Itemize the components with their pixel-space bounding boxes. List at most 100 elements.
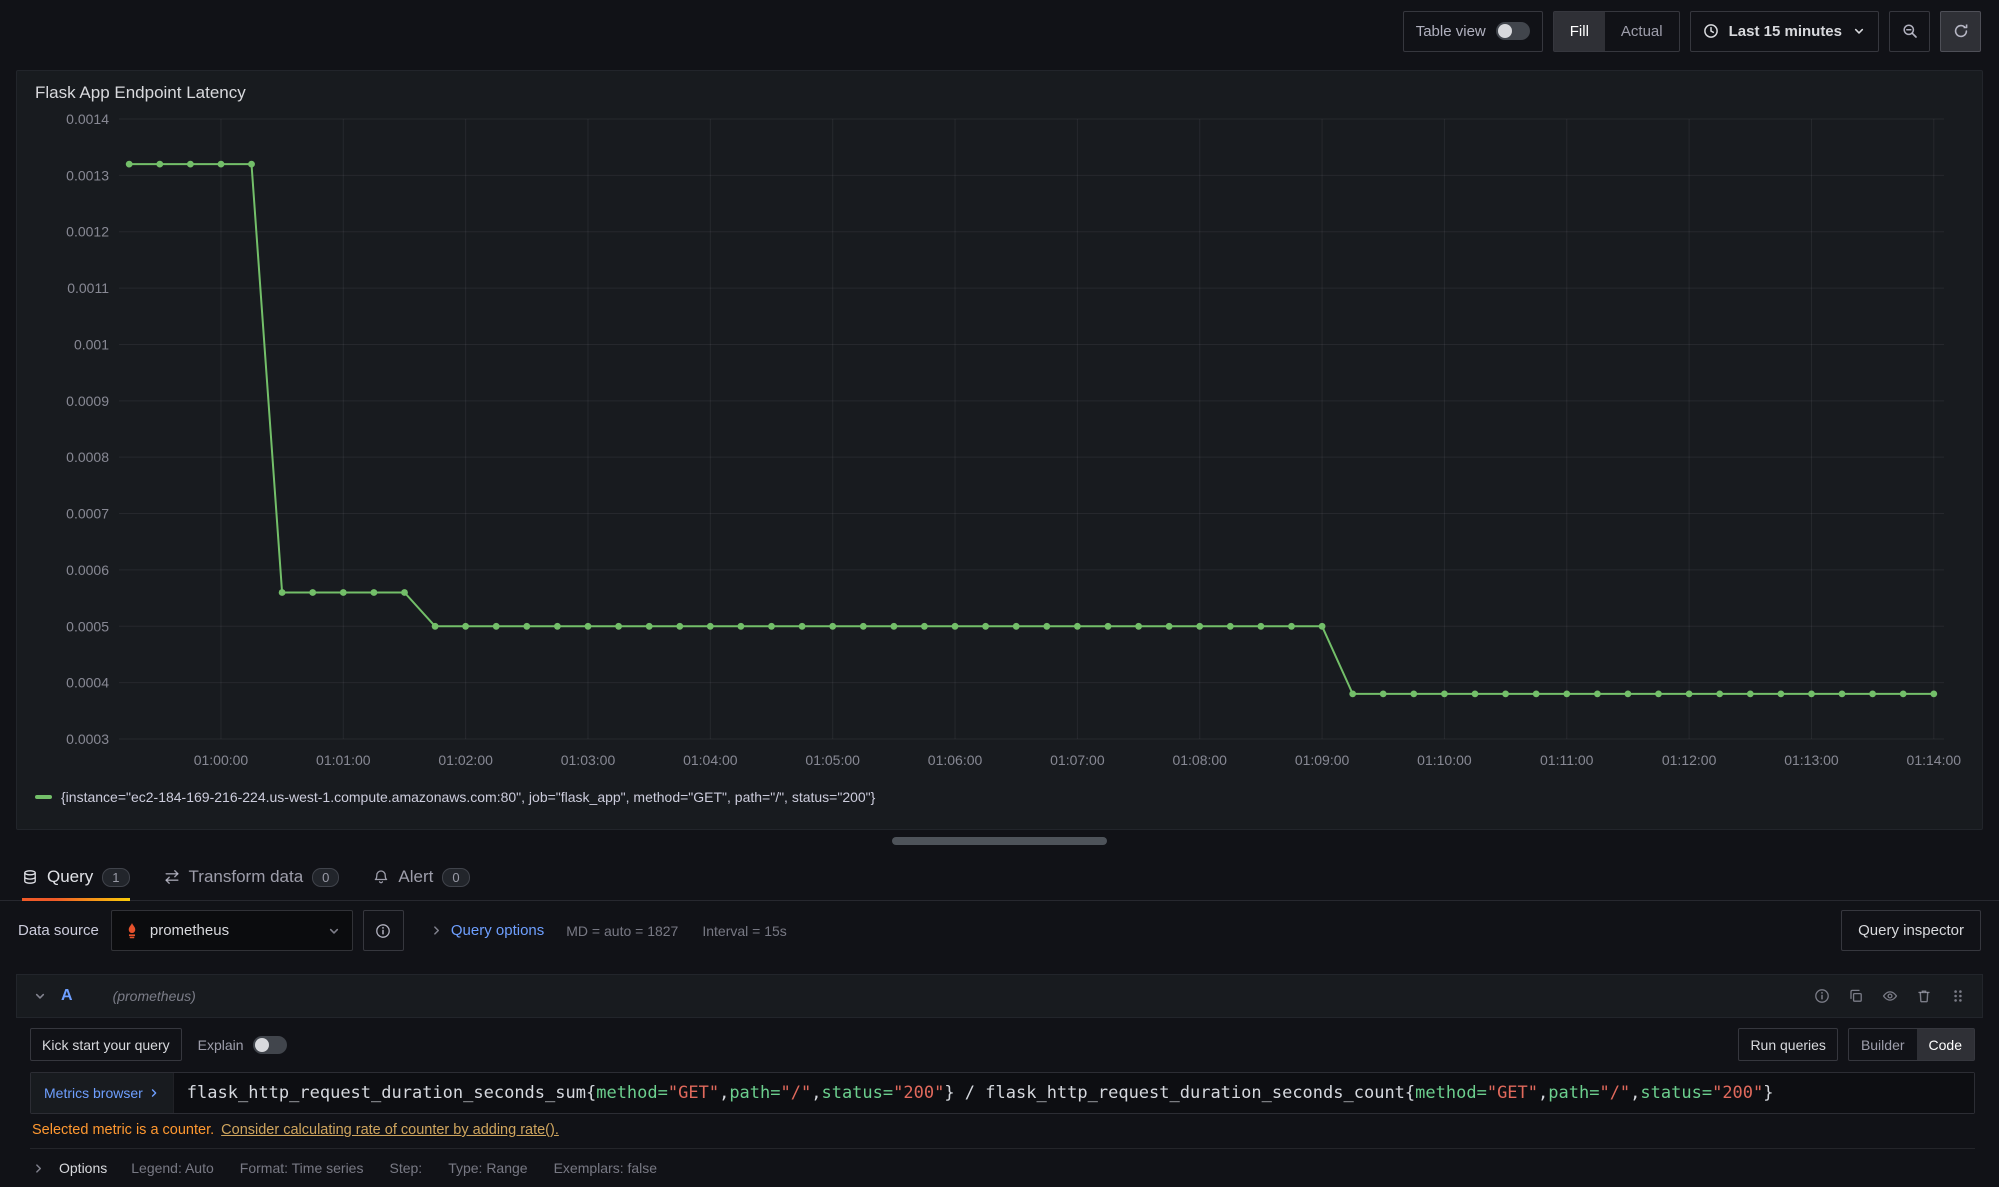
query-help-icon[interactable] — [1814, 988, 1830, 1004]
tab-transform-badge: 0 — [312, 868, 339, 887]
svg-text:01:06:00: 01:06:00 — [928, 752, 983, 768]
expr-token: { — [586, 1083, 596, 1103]
tab-query-badge: 1 — [102, 868, 129, 887]
run-queries-button[interactable]: Run queries — [1738, 1028, 1838, 1061]
series-line — [129, 164, 1934, 694]
panel-title[interactable]: Flask App Endpoint Latency — [17, 71, 1982, 109]
chart-grid — [119, 119, 1944, 739]
option-summary-item: Legend: Auto — [131, 1160, 214, 1176]
expr-token: method= — [1415, 1083, 1487, 1103]
query-options-toggle[interactable]: Query options — [430, 922, 544, 939]
time-range-picker[interactable]: Last 15 minutes — [1690, 11, 1879, 52]
query-card: A (prometheus) Kick start your query Exp… — [16, 974, 1983, 1176]
expr-token: , — [1538, 1083, 1548, 1103]
toggle-knob — [1498, 24, 1512, 38]
fill-button[interactable]: Fill — [1554, 12, 1605, 51]
metrics-browser-toggle[interactable]: Metrics browser — [31, 1073, 173, 1113]
svg-text:01:05:00: 01:05:00 — [805, 752, 860, 768]
metrics-browser-label: Metrics browser — [44, 1085, 143, 1101]
expr-token: "200" — [893, 1083, 944, 1103]
svg-text:01:13:00: 01:13:00 — [1784, 752, 1839, 768]
horizontal-scrollbar[interactable] — [892, 837, 1107, 845]
promql-expression-input[interactable]: flask_http_request_duration_seconds_sum{… — [173, 1073, 1974, 1113]
code-mode-button[interactable]: Code — [1917, 1029, 1974, 1060]
legend-label: {instance="ec2-184-169-216-224.us-west-1… — [61, 789, 875, 805]
datasource-row: Data source prometheus Query options MD … — [0, 901, 1999, 960]
svg-text:01:02:00: 01:02:00 — [438, 752, 493, 768]
builder-mode-button[interactable]: Builder — [1849, 1029, 1917, 1060]
svg-text:01:09:00: 01:09:00 — [1295, 752, 1350, 768]
refresh-button[interactable] — [1940, 11, 1981, 52]
query-editor-body: Kick start your query Explain Run querie… — [16, 1018, 1983, 1176]
query-editor-toolbar: Kick start your query Explain Run querie… — [30, 1028, 1975, 1061]
svg-text:01:11:00: 01:11:00 — [1540, 752, 1594, 768]
expr-token: method= — [596, 1083, 668, 1103]
option-summary-item: Type: Range — [448, 1160, 527, 1176]
builder-code-group: Builder Code — [1848, 1028, 1975, 1061]
expr-token: { — [1405, 1083, 1415, 1103]
tab-alert-label: Alert — [398, 867, 433, 887]
tab-transform-label: Transform data — [189, 867, 304, 887]
options-label: Options — [59, 1160, 107, 1176]
option-summary-item: Format: Time series — [240, 1160, 364, 1176]
expr-token: path= — [729, 1083, 780, 1103]
warning-rate-link[interactable]: Consider calculating rate of counter by … — [221, 1122, 559, 1138]
svg-text:0.0009: 0.0009 — [66, 393, 109, 409]
tab-query[interactable]: Query 1 — [22, 854, 130, 900]
delete-query-icon[interactable] — [1916, 988, 1932, 1004]
datasource-label: Data source — [18, 922, 99, 939]
svg-text:0.0013: 0.0013 — [66, 167, 109, 183]
tab-transform-data[interactable]: Transform data 0 — [164, 854, 340, 900]
drag-handle-icon[interactable] — [1950, 988, 1966, 1004]
transform-icon — [164, 869, 180, 885]
datasource-help-button[interactable] — [363, 910, 404, 951]
expr-token: "GET" — [1487, 1083, 1538, 1103]
table-view-toggle[interactable] — [1496, 22, 1530, 40]
expr-token: , — [719, 1083, 729, 1103]
zoom-out-icon — [1902, 23, 1918, 39]
chart-legend[interactable]: {instance="ec2-184-169-216-224.us-west-1… — [17, 785, 1982, 805]
svg-text:01:07:00: 01:07:00 — [1050, 752, 1105, 768]
svg-text:01:03:00: 01:03:00 — [561, 752, 616, 768]
latency-chart[interactable]: 0.00030.00040.00050.00060.00070.00080.00… — [25, 109, 1970, 785]
query-expression-editor: Metrics browser flask_http_request_durat… — [30, 1072, 1975, 1114]
explain-toggle[interactable] — [253, 1036, 287, 1054]
option-summary-item: Step: — [389, 1160, 422, 1176]
expr-token: status= — [1640, 1083, 1712, 1103]
chevron-down-icon[interactable] — [33, 989, 47, 1003]
svg-text:0.0011: 0.0011 — [67, 280, 109, 296]
svg-text:0.001: 0.001 — [74, 336, 109, 352]
kick-start-query-button[interactable]: Kick start your query — [30, 1028, 182, 1061]
expr-token: } — [1763, 1083, 1773, 1103]
time-range-label: Last 15 minutes — [1729, 23, 1842, 40]
query-options-label: Query options — [451, 922, 544, 939]
chevron-down-icon — [327, 924, 341, 938]
expr-token: } — [944, 1083, 954, 1103]
explain-control: Explain — [198, 1036, 287, 1054]
svg-text:01:04:00: 01:04:00 — [683, 752, 738, 768]
options-row[interactable]: Options Legend: Auto Format: Time series S… — [30, 1148, 1975, 1176]
hide-query-icon[interactable] — [1882, 988, 1898, 1004]
svg-text:01:00:00: 01:00:00 — [194, 752, 249, 768]
expr-token: "200" — [1712, 1083, 1763, 1103]
clock-icon — [1703, 23, 1719, 39]
interval-value: Interval = 15s — [702, 923, 786, 939]
datasource-select[interactable]: prometheus — [111, 910, 353, 951]
expr-token: "/" — [1599, 1083, 1630, 1103]
expr-token: flask_http_request_duration_seconds_sum — [187, 1083, 586, 1103]
actual-button[interactable]: Actual — [1605, 12, 1679, 51]
query-inspector-button[interactable]: Query inspector — [1841, 910, 1981, 951]
svg-text:0.0003: 0.0003 — [66, 731, 109, 747]
zoom-out-button[interactable] — [1889, 11, 1930, 52]
duplicate-query-icon[interactable] — [1848, 988, 1864, 1004]
expr-token: "/" — [781, 1083, 812, 1103]
panel-toolbar: Table view Fill Actual Last 15 minutes — [0, 0, 1999, 62]
svg-text:0.0014: 0.0014 — [66, 111, 109, 127]
legend-swatch — [35, 795, 52, 799]
chevron-right-icon — [148, 1087, 160, 1099]
refresh-icon — [1953, 23, 1969, 39]
tab-alert[interactable]: Alert 0 — [373, 854, 469, 900]
expr-token: / — [955, 1083, 986, 1103]
chevron-down-icon — [1852, 24, 1866, 38]
query-row-header[interactable]: A (prometheus) — [16, 974, 1983, 1018]
